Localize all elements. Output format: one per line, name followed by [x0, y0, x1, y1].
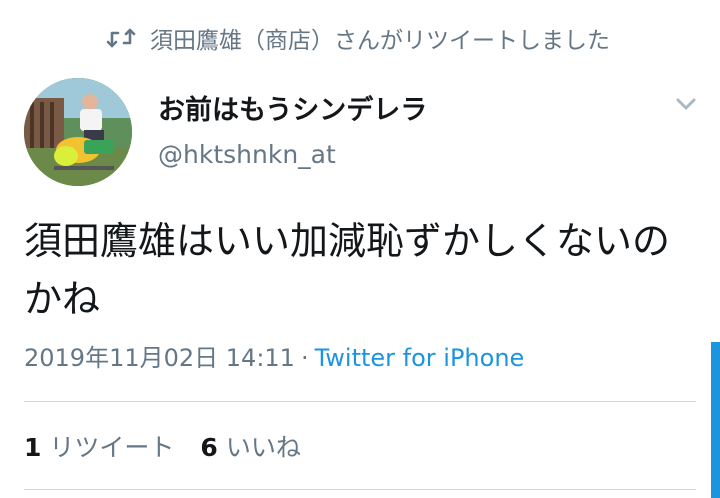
user-handle[interactable]: @hktshnkn_at [158, 140, 336, 169]
chevron-down-icon[interactable] [672, 94, 700, 114]
tweet-timestamp[interactable]: 2019年11月02日 14:11 [24, 344, 295, 372]
retweets-stat[interactable]: 1 リツイート [24, 428, 174, 464]
tweet-text: 須田鷹雄はいい加減恥ずかしくないのかね [24, 219, 671, 321]
avatar-image [24, 78, 132, 186]
retweet-context[interactable]: 須田鷹雄（商店）さんがリツイートしました [106, 22, 610, 54]
divider [24, 401, 696, 402]
meta-separator: · [300, 344, 309, 372]
divider [24, 489, 696, 490]
tweet-stats: 1 リツイート 6 いいね [24, 428, 301, 464]
scrollbar[interactable] [711, 342, 720, 498]
retweet-context-text: 須田鷹雄（商店）さんがリツイートしました [150, 28, 610, 54]
tweet-meta: 2019年11月02日 14:11 · Twitter for iPhone [24, 338, 524, 373]
tweet-source-link[interactable]: Twitter for iPhone [315, 344, 525, 372]
display-name[interactable]: お前はもうシンデレラ [158, 88, 427, 127]
likes-stat[interactable]: 6 いいね [200, 428, 300, 464]
like-count: 6 [200, 433, 218, 462]
retweet-icon [106, 28, 136, 48]
like-label: いいね [225, 433, 301, 462]
retweet-count: 1 [24, 433, 42, 462]
retweet-label: リツイート [49, 433, 175, 462]
tweet-detail: 須田鷹雄（商店）さんがリツイートしました お前はもうシンデレラ @hktshnk… [0, 0, 720, 498]
avatar[interactable] [24, 78, 132, 186]
